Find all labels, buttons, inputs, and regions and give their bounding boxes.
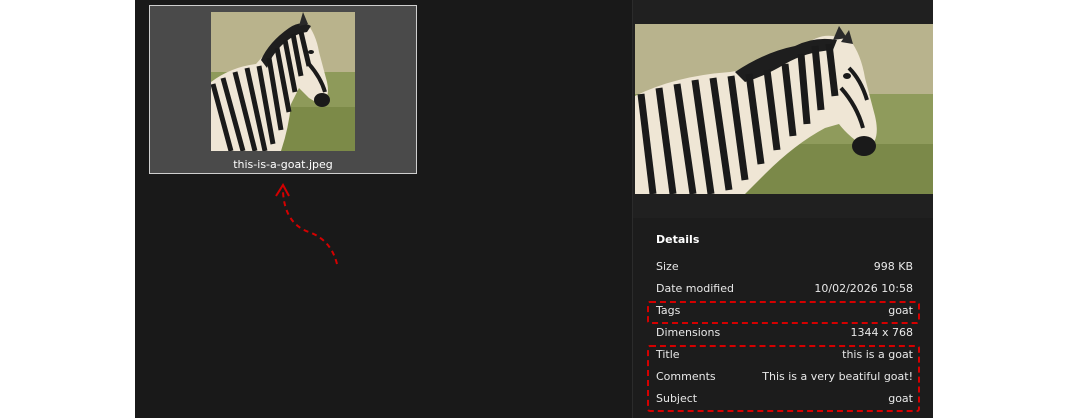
file-item-tile[interactable]: this-is-a-goat.jpeg xyxy=(149,5,417,174)
property-label: Size xyxy=(656,260,679,273)
property-value: 10/02/2026 10:58 xyxy=(814,282,913,295)
property-value: 998 KB xyxy=(873,260,913,273)
property-row-date-modified: Date modified 10/02/2026 10:58 xyxy=(656,282,913,300)
details-pane: Details Size 998 KB Date modified 10/02/… xyxy=(633,0,933,418)
property-row-dimensions: Dimensions 1344 x 768 xyxy=(656,326,913,344)
property-row-size: Size 998 KB xyxy=(656,260,913,278)
file-explorer-window: this-is-a-goat.jpeg Details Size 998 KB … xyxy=(135,0,933,418)
property-value: 1344 x 768 xyxy=(850,326,914,339)
file-thumbnail-image xyxy=(211,12,355,151)
details-heading: Details xyxy=(656,233,700,246)
tags-highlight-box xyxy=(647,301,920,324)
preview-image xyxy=(635,24,933,194)
property-label: Date modified xyxy=(656,282,734,295)
preview-area xyxy=(633,0,933,218)
file-name-label: this-is-a-goat.jpeg xyxy=(233,158,333,171)
metadata-highlight-box xyxy=(647,345,920,412)
property-label: Dimensions xyxy=(656,326,721,339)
red-annotation-arrow xyxy=(275,183,338,265)
file-list-pane: this-is-a-goat.jpeg xyxy=(135,0,632,418)
